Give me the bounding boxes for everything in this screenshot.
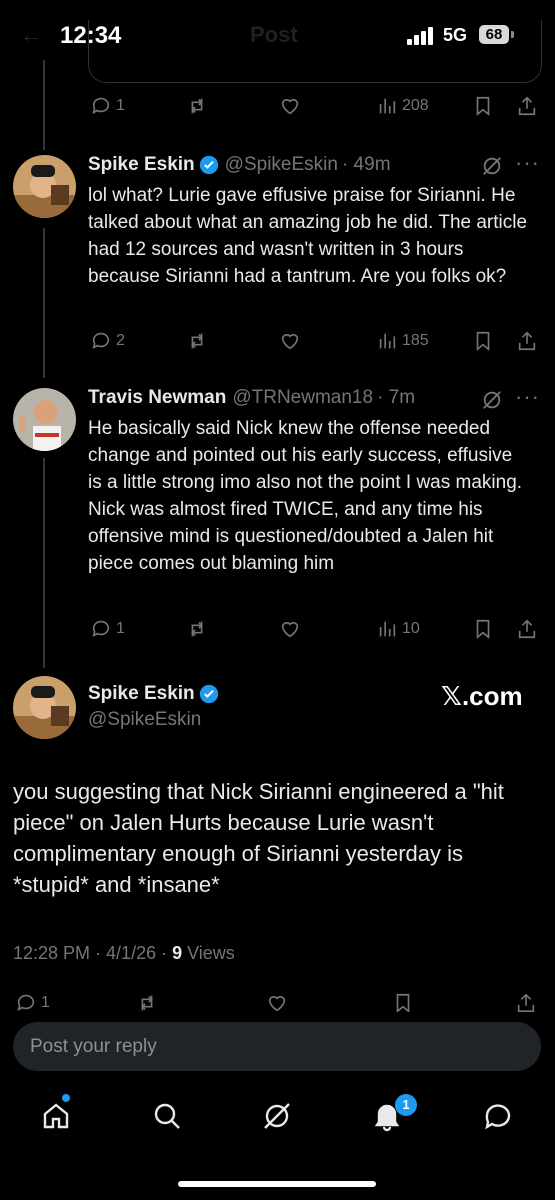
reply-icon	[17, 994, 35, 1011]
post-text: He basically said Nick knew the offense …	[88, 418, 523, 574]
bookmark-button[interactable]	[472, 618, 494, 640]
heart-icon	[268, 996, 286, 1012]
reply-icon	[92, 97, 110, 114]
share-icon	[518, 96, 536, 116]
like-button[interactable]	[266, 992, 288, 1012]
reply-icon	[92, 620, 110, 637]
thread-line	[43, 228, 45, 378]
reply-button[interactable]: 1	[90, 95, 125, 117]
views-button[interactable]: 208	[376, 95, 429, 117]
reply-icon	[92, 332, 110, 349]
post-text: lol what? Lurie gave effusive praise for…	[88, 185, 528, 287]
post-text: you suggesting that Nick Sirianni engine…	[13, 779, 504, 897]
author-handle[interactable]: @TRNewman18	[232, 387, 373, 409]
avatar[interactable]	[13, 676, 76, 739]
views-button[interactable]: 185	[376, 330, 429, 352]
repost-icon	[191, 98, 203, 114]
more-options-icon[interactable]: ···	[515, 150, 540, 176]
repost-icon	[191, 333, 203, 349]
author-line: Travis Newman @TRNewman18 · 7m	[88, 387, 415, 409]
views-count: 9	[172, 943, 183, 963]
avatar[interactable]	[13, 388, 76, 451]
thread-line	[43, 60, 45, 150]
author-name[interactable]: Travis Newman	[88, 387, 226, 409]
grok-icon[interactable]	[261, 1100, 293, 1132]
verified-badge-icon	[199, 155, 218, 175]
bookmark-button[interactable]	[392, 992, 414, 1012]
home-notification-dot	[62, 1094, 70, 1102]
post-actions: 1 10	[88, 618, 543, 644]
heart-icon	[281, 99, 299, 115]
views-button[interactable]: 10	[376, 618, 420, 640]
thread-line	[43, 458, 45, 668]
author-line: Spike Eskin @SpikeEskin · 49m	[88, 154, 391, 176]
views-icon	[379, 621, 396, 637]
messages-icon[interactable]	[482, 1100, 514, 1132]
bookmark-button[interactable]	[472, 95, 494, 117]
repost-icon	[191, 621, 203, 637]
post-actions: 2 185	[88, 330, 543, 356]
author-name[interactable]: Spike Eskin	[88, 683, 195, 705]
heart-icon	[281, 622, 299, 638]
share-icon	[518, 619, 536, 639]
heart-icon	[281, 334, 299, 350]
repost-button[interactable]	[186, 95, 208, 117]
share-button[interactable]	[516, 330, 538, 352]
home-icon[interactable]	[40, 1100, 72, 1132]
views-label: Views	[182, 943, 235, 963]
post-timestamp: 12:28 PM · 4/1/26 ·	[13, 943, 173, 963]
like-button[interactable]	[279, 618, 301, 640]
notifications-badge: 1	[395, 1094, 417, 1116]
repost-button[interactable]	[136, 992, 158, 1012]
search-icon[interactable]	[151, 1100, 183, 1132]
reply-button[interactable]: 2	[90, 330, 125, 352]
source-label: 𝕏.com	[441, 681, 523, 711]
bookmark-icon	[476, 331, 490, 352]
views-icon	[379, 98, 396, 114]
share-icon	[517, 993, 535, 1012]
more-options-icon[interactable]: ···	[515, 384, 540, 410]
repost-icon	[141, 995, 153, 1011]
grok-icon[interactable]	[481, 389, 503, 411]
reply-placeholder: Post your reply	[30, 1036, 157, 1057]
post-actions: 1 208	[88, 95, 543, 121]
like-button[interactable]	[279, 330, 301, 352]
post-meta: 12:28 PM · 4/1/26 · 9 Views	[13, 943, 235, 964]
bookmark-button[interactable]	[472, 330, 494, 352]
grok-icon[interactable]	[481, 155, 503, 177]
post-time: · 49m	[341, 154, 391, 175]
share-button[interactable]	[516, 618, 538, 640]
home-indicator[interactable]	[178, 1181, 376, 1187]
author-name[interactable]: Spike Eskin	[88, 154, 195, 176]
bookmark-icon	[476, 619, 490, 640]
like-button[interactable]	[279, 95, 301, 117]
quoted-post-card[interactable]	[88, 20, 542, 83]
bookmark-icon	[396, 993, 410, 1012]
views-icon	[379, 333, 396, 349]
author-line: Spike Eskin	[88, 683, 219, 705]
share-button[interactable]	[515, 992, 537, 1012]
back-arrow-icon[interactable]: ←	[20, 22, 42, 48]
post-actions: 1	[13, 990, 543, 1012]
bookmark-icon	[476, 96, 490, 117]
share-icon	[518, 331, 536, 351]
reply-button[interactable]: 1	[15, 992, 50, 1012]
avatar[interactable]	[13, 155, 76, 218]
post-time: · 7m	[377, 387, 416, 408]
repost-button[interactable]	[186, 330, 208, 352]
author-handle[interactable]: @SpikeEskin	[88, 709, 201, 731]
share-button[interactable]	[516, 95, 538, 117]
reply-button[interactable]: 1	[90, 618, 125, 640]
verified-badge-icon	[199, 684, 218, 704]
repost-button[interactable]	[186, 618, 208, 640]
author-handle[interactable]: @SpikeEskin	[225, 154, 338, 176]
